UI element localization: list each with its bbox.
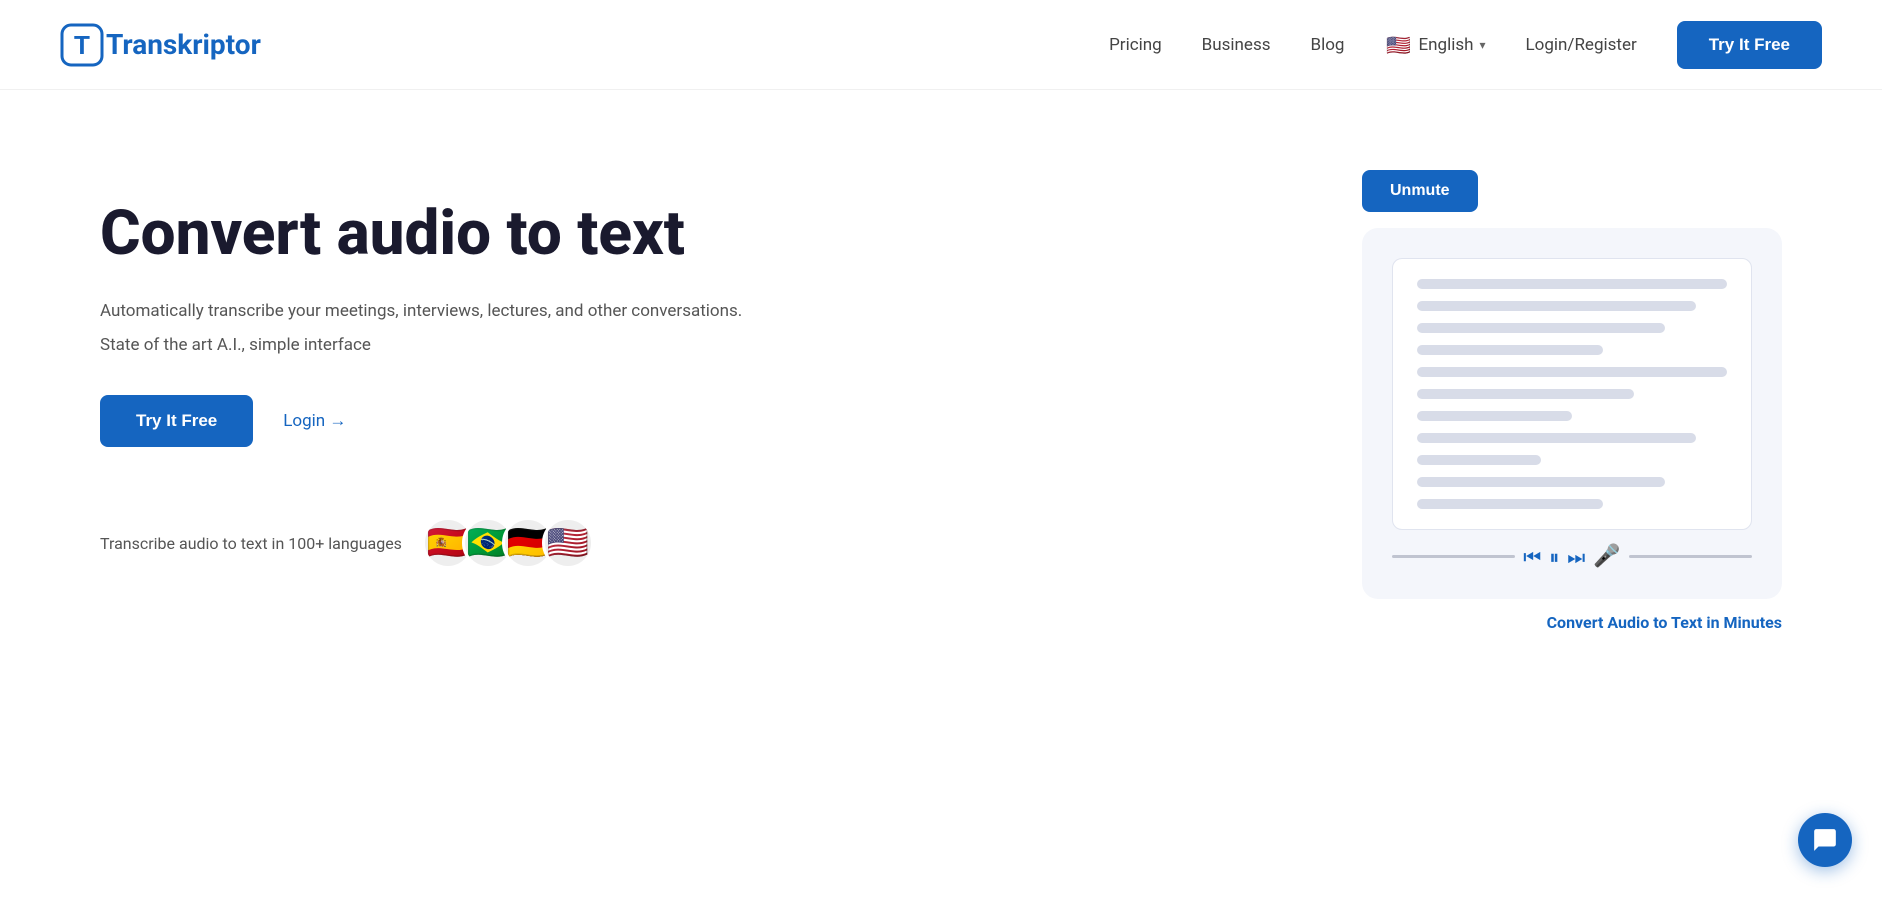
- pause-icon[interactable]: ⏸: [1549, 545, 1559, 569]
- hero-left: Convert audio to text Automatically tran…: [100, 170, 742, 569]
- text-line-5: [1417, 367, 1727, 377]
- hero-right: Unmute ⏮ ⏸ ⏭ 🎤: [1302, 170, 1782, 632]
- text-line-4: [1417, 345, 1603, 355]
- flag-icon: 🇺🇸: [1384, 31, 1412, 59]
- nav-links: Pricing Business Blog 🇺🇸 English ▾ Login…: [1109, 21, 1822, 69]
- transcript-card: ⏮ ⏸ ⏭ 🎤: [1362, 228, 1782, 599]
- text-line-10: [1417, 477, 1665, 487]
- text-line-7: [1417, 411, 1572, 421]
- nav-pricing[interactable]: Pricing: [1109, 35, 1162, 55]
- player-row: ⏮ ⏸ ⏭ 🎤: [1392, 544, 1752, 569]
- hero-buttons: Try It Free Login →: [100, 395, 742, 447]
- transcript-inner: [1392, 258, 1752, 530]
- logo-text: Transkriptor: [106, 28, 261, 61]
- logo[interactable]: T Transkriptor: [60, 23, 261, 67]
- nav-business[interactable]: Business: [1202, 35, 1271, 55]
- forward-icon[interactable]: ⏭: [1567, 545, 1585, 569]
- flag-us: 🇺🇸: [542, 517, 594, 569]
- hero-title: Convert audio to text: [100, 200, 742, 268]
- chevron-down-icon: ▾: [1479, 38, 1485, 52]
- hero-subtitle2: State of the art A.I., simple interface: [100, 335, 742, 355]
- convert-label: Convert Audio to Text in Minutes: [1547, 613, 1782, 632]
- language-selector[interactable]: 🇺🇸 English ▾: [1384, 31, 1485, 59]
- microphone-icon: 🎤: [1593, 544, 1620, 569]
- text-line-3: [1417, 323, 1665, 333]
- nav-blog[interactable]: Blog: [1311, 35, 1345, 55]
- navbar: T Transkriptor Pricing Business Blog 🇺🇸 …: [0, 0, 1882, 90]
- svg-text:T: T: [74, 30, 90, 60]
- text-line-6: [1417, 389, 1634, 399]
- text-line-9: [1417, 455, 1541, 465]
- hero-try-free-button[interactable]: Try It Free: [100, 395, 253, 447]
- hero-login-link[interactable]: Login →: [283, 411, 346, 431]
- rewind-icon[interactable]: ⏮: [1523, 545, 1541, 569]
- hero-languages: Transcribe audio to text in 100+ languag…: [100, 517, 742, 569]
- hero-section: Convert audio to text Automatically tran…: [0, 90, 1882, 790]
- hero-lang-text: Transcribe audio to text in 100+ languag…: [100, 534, 402, 553]
- text-line-8: [1417, 433, 1696, 443]
- login-register-link[interactable]: Login/Register: [1526, 35, 1637, 55]
- navbar-try-free-button[interactable]: Try It Free: [1677, 21, 1822, 69]
- chat-bubble-button[interactable]: [1798, 813, 1852, 867]
- flags-row: 🇪🇸 🇧🇷 🇩🇪 🇺🇸: [422, 517, 594, 569]
- text-line-1: [1417, 279, 1727, 289]
- player-progress-left: [1392, 555, 1515, 558]
- chat-icon: [1812, 827, 1838, 853]
- text-line-11: [1417, 499, 1603, 509]
- player-progress-right: [1629, 555, 1752, 558]
- logo-icon: T: [60, 23, 104, 67]
- unmute-button[interactable]: Unmute: [1362, 170, 1478, 212]
- language-label: English: [1418, 35, 1473, 55]
- text-line-2: [1417, 301, 1696, 311]
- hero-subtitle: Automatically transcribe your meetings, …: [100, 298, 742, 325]
